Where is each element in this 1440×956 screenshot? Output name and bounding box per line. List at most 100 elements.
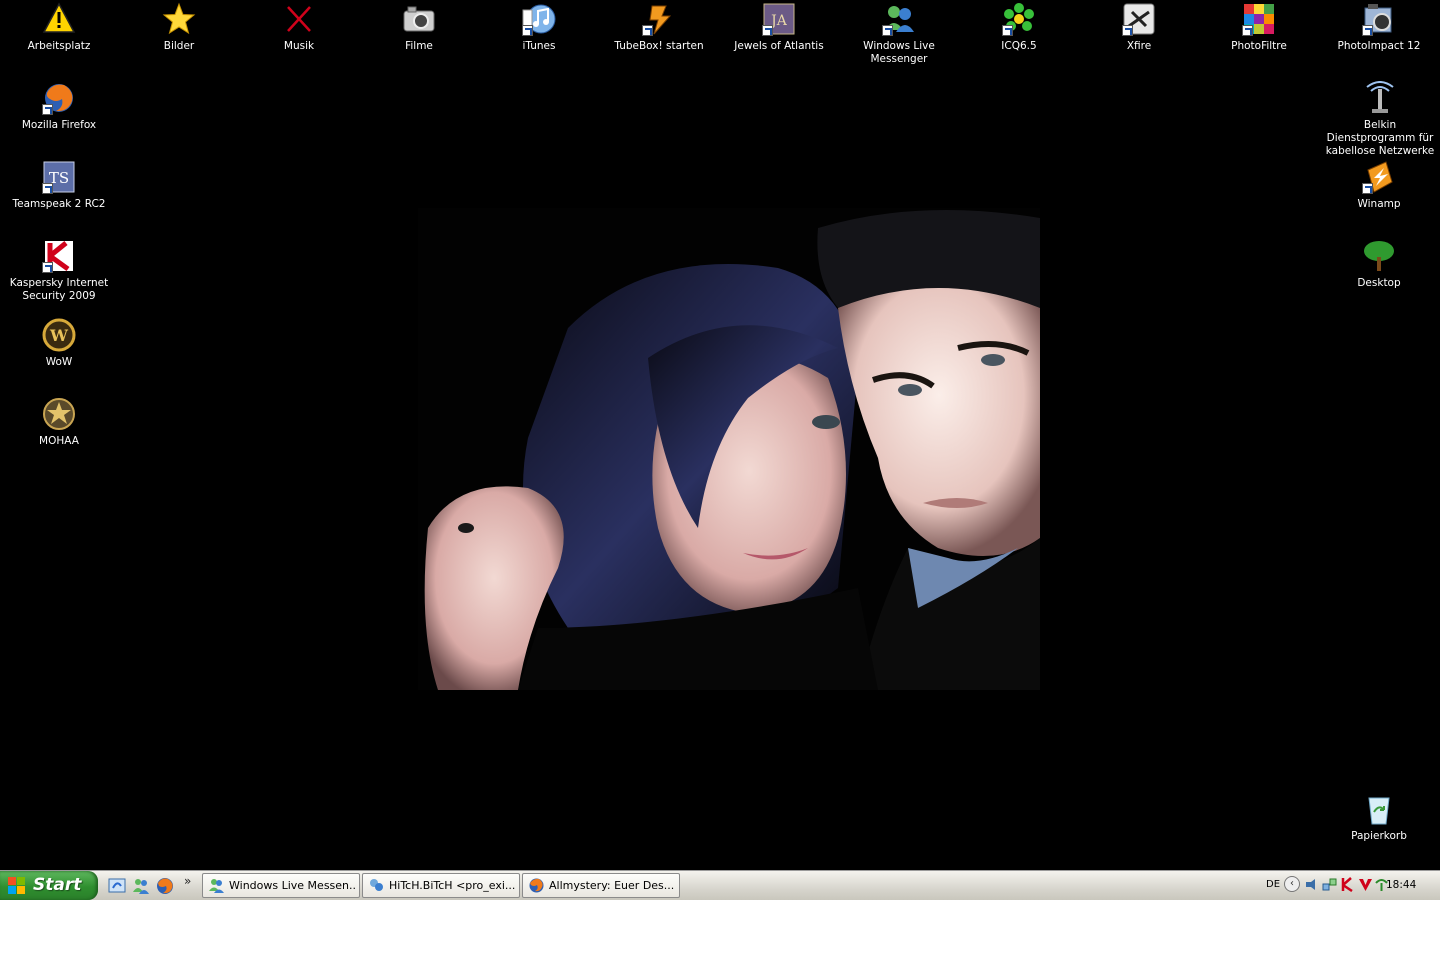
- desktop-icon-kaspersky[interactable]: Kaspersky Internet Security 2009: [4, 239, 114, 303]
- desktop-icon-tubebox[interactable]: TubeBox! starten: [604, 2, 714, 53]
- desktop-icon-xfire[interactable]: Xfire: [1084, 2, 1194, 53]
- messenger-chat-icon: [369, 878, 384, 893]
- desktop-icon-wow[interactable]: W WoW: [4, 318, 114, 369]
- wallpaper-photo: [418, 208, 1040, 690]
- medal-star-icon: [42, 397, 76, 431]
- desktop-icon-label: iTunes: [522, 40, 556, 52]
- desktop-icon-firefox[interactable]: Mozilla Firefox: [4, 81, 114, 132]
- wireless-antenna-icon: [1363, 81, 1397, 115]
- desktop-icon-photofiltre[interactable]: PhotoFiltre: [1204, 2, 1314, 53]
- desktop-icon-musik[interactable]: Musik: [244, 2, 354, 53]
- messenger-icon: [209, 878, 224, 893]
- desktop-icon-filme[interactable]: Filme: [364, 2, 474, 53]
- winamp-icon: [1362, 160, 1396, 194]
- network-icon[interactable]: [1322, 877, 1337, 892]
- taskbar-button-label: Windows Live Messen...: [229, 879, 355, 892]
- desktop-icon-belkin[interactable]: Belkin Dienstprogramm für kabellose Netz…: [1320, 81, 1440, 158]
- camera-icon: [402, 2, 436, 36]
- photoimpact-camera-icon: [1362, 2, 1396, 36]
- tubebox-icon: [642, 2, 676, 36]
- messenger-icon: [882, 2, 916, 36]
- quick-launch-more[interactable]: »: [184, 874, 191, 888]
- desktop-icon-label: Jewels of Atlantis: [734, 40, 824, 52]
- shortcut-arrow-icon: [522, 25, 533, 36]
- shortcut-arrow-icon: [42, 262, 53, 273]
- desktop-icon-label: Belkin Dienstprogramm für kabellose Netz…: [1325, 119, 1435, 157]
- desktop-icon-label: TubeBox! starten: [614, 40, 704, 52]
- jewels-icon: JA: [762, 2, 796, 36]
- teamspeak-icon: TS: [42, 160, 76, 194]
- xfire-icon: [1122, 2, 1156, 36]
- shortcut-arrow-icon: [882, 25, 893, 36]
- desktop-icon-jewels[interactable]: JA Jewels of Atlantis: [724, 2, 834, 53]
- desktop-icon-label: ICQ6.5: [1001, 40, 1037, 52]
- shortcut-arrow-icon: [762, 25, 773, 36]
- desktop-icon-label: WoW: [45, 356, 73, 368]
- desktop-icon-itunes[interactable]: iTunes: [484, 2, 594, 53]
- shortcut-arrow-icon: [1002, 25, 1013, 36]
- desktop-icon-papierkorb[interactable]: Papierkorb: [1324, 792, 1434, 843]
- firefox-icon: [529, 878, 544, 893]
- kaspersky-icon: [42, 239, 76, 273]
- taskbar-button-label: HiTcH.BiTcH <pro_exi...: [389, 879, 515, 892]
- desktop-icon-photoimpact[interactable]: PhotoImpact 12: [1324, 2, 1434, 53]
- desktop-icon-winamp[interactable]: Winamp: [1324, 160, 1434, 211]
- shortcut-arrow-icon: [1362, 183, 1373, 194]
- ql-messenger-icon[interactable]: [132, 877, 150, 895]
- antivirus-shield-icon[interactable]: [1358, 877, 1373, 892]
- desktop-icon-label: Arbeitsplatz: [27, 40, 91, 52]
- desktop-icon-label: Winamp: [1357, 198, 1401, 210]
- windows-logo-icon: [8, 877, 25, 894]
- screen-bottom-area: [0, 900, 1440, 956]
- desktop-icon-desktop[interactable]: Desktop: [1324, 239, 1434, 290]
- desktop-icon-wlm[interactable]: Windows Live Messenger: [844, 2, 954, 66]
- red-x-icon: [282, 2, 316, 36]
- desktop[interactable]: Arbeitsplatz Bilder Musik Filme iTunes T…: [0, 0, 1440, 870]
- shortcut-arrow-icon: [42, 104, 53, 115]
- desktop-icon-label: Windows Live Messenger: [863, 40, 935, 65]
- svg-text:W: W: [49, 326, 69, 345]
- shortcut-arrow-icon: [1362, 25, 1373, 36]
- desktop-icon-bilder[interactable]: Bilder: [124, 2, 234, 53]
- taskbar: Start » Windows Live Messen... HiTcH.BiT…: [0, 870, 1440, 900]
- desktop-icon-arbeitsplatz[interactable]: Arbeitsplatz: [4, 2, 114, 53]
- volume-icon[interactable]: [1304, 877, 1319, 892]
- firefox-icon: [42, 81, 76, 115]
- wow-icon: W: [42, 318, 76, 352]
- shortcut-arrow-icon: [642, 25, 653, 36]
- taskbar-button-messenger[interactable]: Windows Live Messen...: [202, 873, 360, 898]
- desktop-icon-label: Desktop: [1357, 277, 1401, 289]
- desktop-icon-label: Teamspeak 2 RC2: [12, 198, 106, 210]
- desktop-icon-label: Papierkorb: [1351, 830, 1407, 842]
- desktop-icon-label: Filme: [405, 40, 433, 52]
- ql-show-desktop-icon[interactable]: [108, 877, 126, 895]
- shortcut-arrow-icon: [1242, 25, 1253, 36]
- shortcut-arrow-icon: [1122, 25, 1133, 36]
- recycle-bin-icon: [1362, 792, 1396, 826]
- taskbar-button-chat[interactable]: HiTcH.BiTcH <pro_exi...: [362, 873, 520, 898]
- quick-launch: »: [104, 874, 196, 897]
- desktop-icon-label: Mozilla Firefox: [21, 119, 97, 131]
- desktop-icon-label: MOHAA: [39, 435, 79, 447]
- shortcut-arrow-icon: [42, 183, 53, 194]
- desktop-icon-label: PhotoFiltre: [1231, 40, 1287, 52]
- ql-firefox-icon[interactable]: [156, 877, 174, 895]
- itunes-icon: [522, 2, 556, 36]
- desktop-icon-label: Bilder: [163, 40, 195, 52]
- language-indicator[interactable]: DE: [1266, 879, 1280, 890]
- tree-icon: [1362, 239, 1396, 273]
- start-button[interactable]: Start: [0, 871, 98, 900]
- clock[interactable]: 18:44: [1386, 879, 1416, 891]
- desktop-icon-mohaa[interactable]: MOHAA: [4, 397, 114, 448]
- warning-icon: [42, 2, 76, 36]
- taskbar-button-label: Allmystery: Euer Des...: [549, 879, 675, 892]
- desktop-icon-label: Musik: [283, 40, 315, 52]
- desktop-icon-teamspeak[interactable]: TS Teamspeak 2 RC2: [4, 160, 114, 211]
- icq-flower-icon: [1002, 2, 1036, 36]
- tray-expand-icon[interactable]: ‹: [1284, 876, 1300, 892]
- kaspersky-tray-icon[interactable]: [1340, 877, 1355, 893]
- taskbar-button-firefox[interactable]: Allmystery: Euer Des...: [522, 873, 680, 898]
- desktop-icon-icq[interactable]: ICQ6.5: [964, 2, 1074, 53]
- photofiltre-icon: [1242, 2, 1276, 36]
- system-tray: DE ‹ 18:44: [1262, 871, 1440, 900]
